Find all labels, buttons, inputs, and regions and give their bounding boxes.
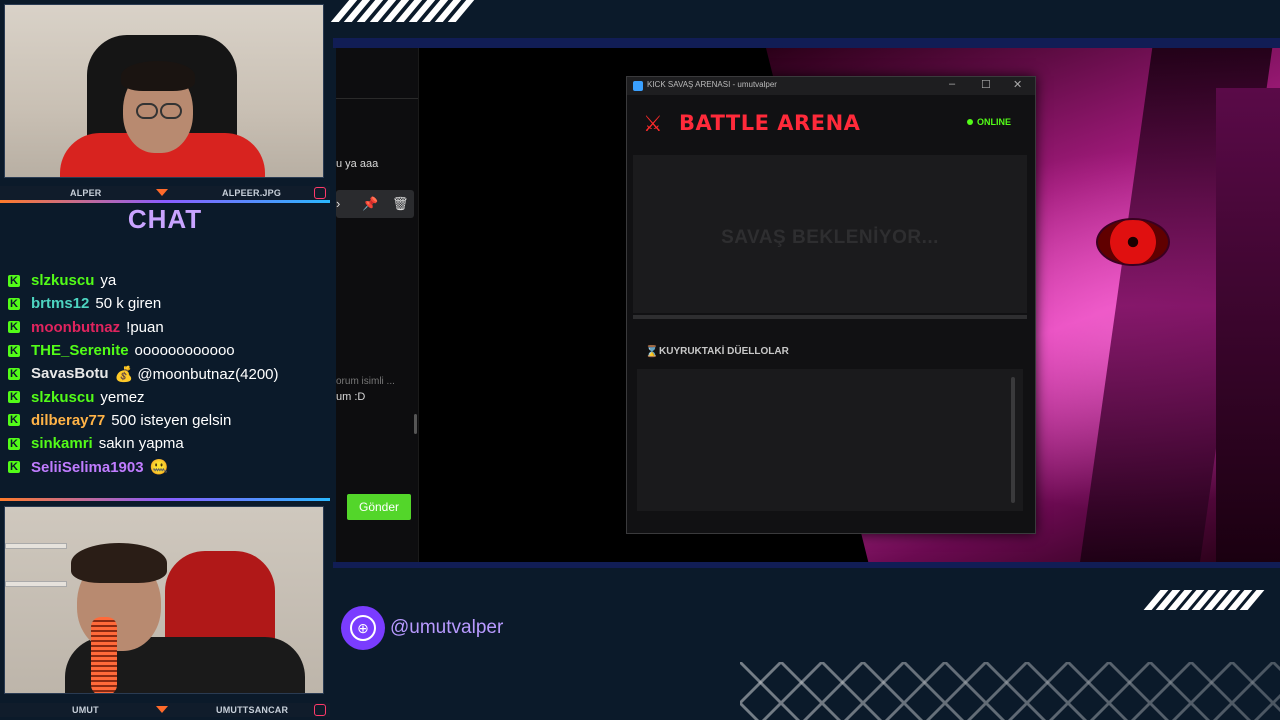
sharingan-eye (1096, 218, 1170, 266)
online-status: ONLINE (977, 117, 1012, 127)
message-toolbar: › 📌 🗑 (336, 190, 414, 218)
chat-text: yemez (100, 388, 145, 406)
kick-icon: K (8, 367, 20, 380)
top-band (333, 38, 1280, 48)
glasses (160, 103, 182, 119)
microphone (91, 617, 117, 693)
cam-name-bar-bottom: UMUT UMUTTSANCAR (0, 703, 330, 717)
battle-panel: SAVAŞ BEKLENİYOR... (633, 155, 1027, 313)
chat-message: K SavasBotu 💰 @moonbutnaz(4200) (8, 362, 328, 385)
waiting-text: SAVAŞ BEKLENİYOR... (721, 227, 939, 248)
send-button[interactable]: Gönder (347, 494, 411, 520)
battle-progress-bar (633, 315, 1027, 319)
bg-chat-snippet: um :D (336, 391, 366, 403)
chat-message: Kslzkuscu yemez (8, 385, 328, 408)
webcam-top (4, 4, 324, 178)
queue-scrollbar[interactable] (1011, 377, 1015, 503)
online-status-dot (967, 119, 973, 125)
cam-right-name: ALPEER.JPG (222, 188, 282, 198)
chat-text: ya (100, 272, 117, 290)
chat-username[interactable]: SavasBotu (31, 365, 109, 382)
cam-left-name: UMUT (72, 705, 99, 715)
kick-icon: K (8, 321, 20, 334)
chat-message: Kmoonbutnaz !puan (8, 316, 328, 339)
chat-username[interactable]: slzkuscu (31, 272, 94, 289)
triangle-icon (156, 706, 168, 713)
cam-name-bar-top: ALPER ALPEER.JPG (0, 186, 330, 200)
stripes-decoration (330, 0, 475, 22)
bg-chat-snippet: orum isimli ... (336, 376, 395, 387)
chat-message: Kdilberay77 500 isteyen gelsin (8, 409, 328, 432)
chat-username[interactable]: moonbutnaz (31, 319, 120, 336)
pin-icon[interactable]: 📌 (362, 196, 378, 212)
hourglass-icon: ⌛ (645, 346, 659, 358)
arena-heading: BATTLE ARENA (679, 111, 861, 135)
minimize-button[interactable]: – (949, 78, 955, 90)
trash-icon[interactable]: 🗑 (392, 196, 409, 212)
chat-text: oooooooooooo (134, 342, 235, 360)
background-app: u ya aaa › 📌 🗑 orum isimli ... um :D Gön… (336, 48, 419, 564)
divider (336, 98, 418, 99)
chat-message: Ksinkamri sakın yapma (8, 432, 328, 455)
chat-username[interactable]: sinkamri (31, 435, 93, 452)
crossed-swords-icon: ⚔ (643, 111, 663, 136)
close-button[interactable]: ✕ (1013, 78, 1022, 91)
webcam-bottom (4, 506, 324, 694)
chat-username[interactable]: slzkuscu (31, 389, 94, 406)
chat-text: 💰 @moonbutnaz(4200) (114, 365, 279, 383)
kick-icon: K (8, 297, 20, 310)
reply-icon[interactable]: › (336, 196, 340, 211)
divider-glow (0, 200, 330, 203)
queue-list (637, 369, 1023, 511)
window-titlebar[interactable]: KICK SAVAŞ ARENASI - umutvalper – ☐ ✕ (627, 77, 1035, 95)
stripes-decoration (1143, 590, 1265, 610)
kick-icon: K (8, 414, 20, 427)
chat-message: Kbrtms12 50 k giren (8, 292, 328, 315)
window-title: KICK SAVAŞ ARENASI - umutvalper (647, 80, 777, 89)
shelf (5, 581, 67, 587)
shelf (5, 543, 67, 549)
cam-right-name: UMUTTSANCAR (216, 705, 289, 715)
chat-title: CHAT (127, 204, 203, 234)
chat-username[interactable]: SeliiSelima1903 (31, 459, 144, 476)
queue-title: KUYRUKTAKİ DÜELLOLAR (659, 346, 789, 357)
bg-chat-snippet: u ya aaa (336, 158, 379, 170)
kick-icon: K (8, 437, 20, 450)
triangle-icon (156, 189, 168, 196)
scrollbar[interactable] (414, 414, 417, 434)
instagram-icon (314, 187, 326, 199)
battle-arena-window: KICK SAVAŞ ARENASI - umutvalper – ☐ ✕ ⚔ … (626, 76, 1036, 534)
bottom-band (333, 562, 1280, 568)
kick-icon: K (8, 344, 20, 357)
chat-list: Kslzkuscu ya Kbrtms12 50 k giren Kmoonbutnaz… (8, 269, 328, 479)
divider-glow (0, 498, 330, 501)
chat-text: sakın yapma (98, 435, 184, 453)
chat-text: 500 isteyen gelsin (111, 411, 232, 429)
cam-left-name: ALPER (70, 188, 102, 198)
chat-message: K THE_Serenite oooooooooooo (8, 339, 328, 362)
social-handle: @umutvalper (390, 617, 504, 638)
person-hair (121, 61, 195, 91)
kick-icon: K (8, 461, 20, 474)
chat-message: Kslzkuscu ya (8, 269, 328, 292)
chat-text: 50 k giren (95, 295, 162, 313)
anime-shadow (1216, 88, 1280, 564)
app-icon (633, 81, 643, 91)
chat-text: !puan (126, 318, 164, 336)
screen-capture: u ya aaa › 📌 🗑 orum isimli ... um :D Gön… (336, 48, 1280, 564)
chat-message: K SeliiSelima1903 🤐 (8, 455, 328, 478)
chat-username[interactable]: dilberay77 (31, 412, 105, 429)
chat-username[interactable]: brtms12 (31, 295, 89, 312)
chat-text: 🤐 (149, 459, 169, 477)
maximize-button[interactable]: ☐ (981, 78, 991, 91)
kick-icon: K (8, 274, 20, 287)
glasses (136, 103, 158, 119)
instagram-icon (314, 704, 326, 716)
person-hair (71, 543, 167, 583)
kick-icon: K (8, 391, 20, 404)
chat-username[interactable]: THE_Serenite (31, 342, 129, 359)
diamond-pattern (740, 662, 1280, 720)
globe-icon: ⊕ (341, 606, 385, 650)
